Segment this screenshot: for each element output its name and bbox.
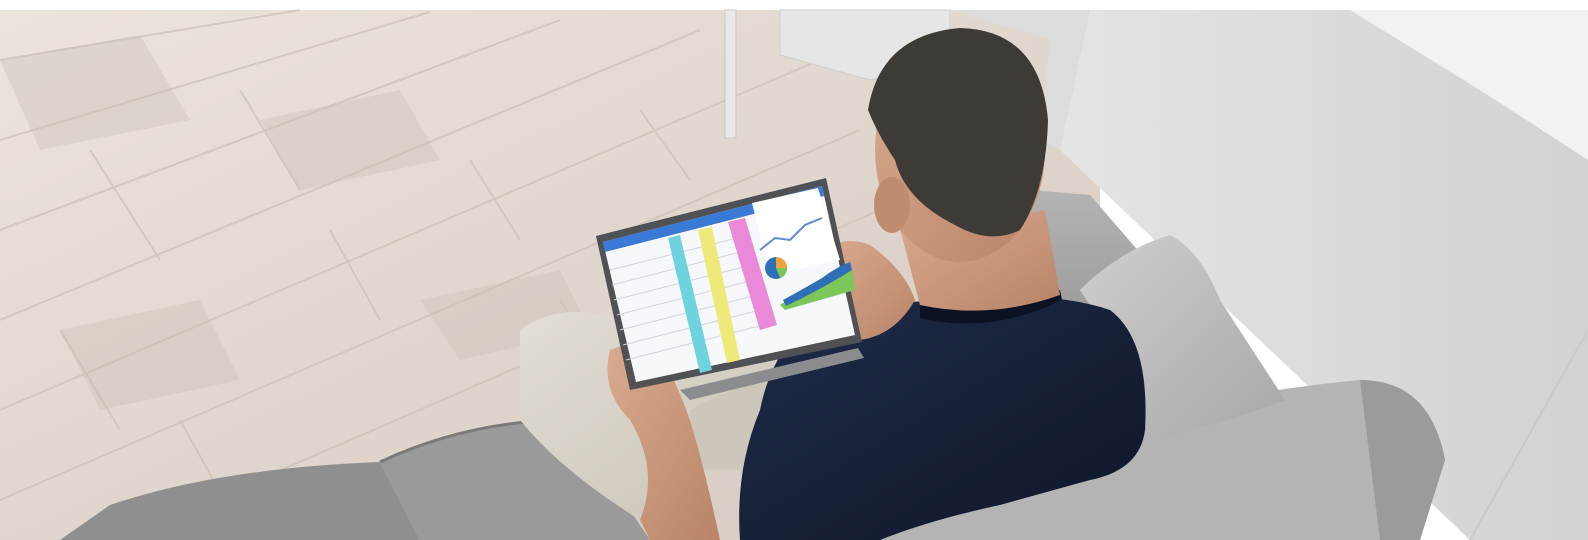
ear	[874, 177, 910, 233]
photo-scene	[0, 0, 1588, 540]
stool-leg	[724, 9, 737, 139]
top-border	[0, 0, 1588, 10]
